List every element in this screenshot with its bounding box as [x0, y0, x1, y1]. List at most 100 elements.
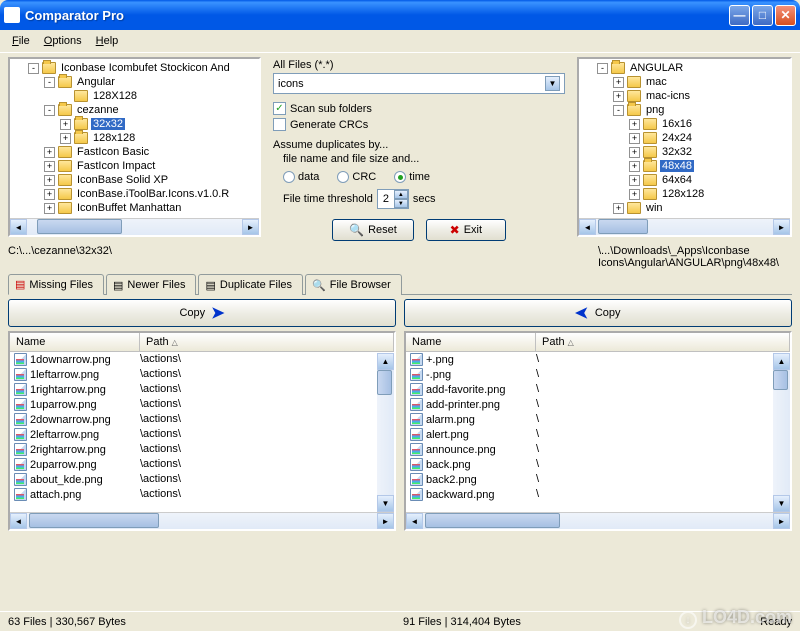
tree-item[interactable]: -png	[581, 103, 788, 117]
scroll-up-icon[interactable]: ▲	[773, 353, 790, 370]
vscrollbar[interactable]: ▲ ▼	[377, 353, 394, 512]
expand-icon[interactable]: +	[613, 77, 624, 88]
reset-button[interactable]: 🔍Reset	[332, 219, 414, 241]
scroll-thumb[interactable]	[773, 370, 788, 390]
scroll-thumb[interactable]	[29, 513, 159, 528]
expand-icon[interactable]: +	[629, 133, 640, 144]
chevron-down-icon[interactable]: ▼	[545, 76, 560, 91]
collapse-icon[interactable]: -	[613, 105, 624, 116]
scroll-down-icon[interactable]: ▼	[377, 495, 394, 512]
tree-item[interactable]: +64x64	[581, 173, 788, 187]
collapse-icon[interactable]: -	[597, 63, 608, 74]
tree-item[interactable]: +24x24	[581, 131, 788, 145]
list-item[interactable]: add-favorite.png\	[406, 382, 790, 397]
list-item[interactable]: back2.png\	[406, 472, 790, 487]
list-item[interactable]: 2uparrow.png\actions\	[10, 457, 394, 472]
collapse-icon[interactable]: -	[44, 105, 55, 116]
list-item[interactable]: 1uparrow.png\actions\	[10, 397, 394, 412]
left-list-panel[interactable]: Name Path△ 1downarrow.png\actions\1lefta…	[8, 331, 396, 531]
scroll-thumb[interactable]	[377, 370, 392, 395]
list-item[interactable]: backward.png\	[406, 487, 790, 502]
radio-crc[interactable]: CRC	[337, 171, 376, 183]
tree-item[interactable]: +win	[581, 201, 788, 215]
hscrollbar[interactable]: ◄ ►	[406, 512, 790, 529]
threshold-spinner[interactable]: 2 ▲ ▼	[377, 189, 409, 209]
list-item[interactable]: +.png\	[406, 352, 790, 367]
expand-icon[interactable]: +	[629, 175, 640, 186]
tree-item[interactable]: +32x32	[12, 117, 257, 131]
scroll-left-icon[interactable]: ◄	[579, 219, 596, 235]
column-name[interactable]: Name	[406, 333, 536, 351]
list-item[interactable]: 2leftarrow.png\actions\	[10, 427, 394, 442]
list-item[interactable]: -.png\	[406, 367, 790, 382]
expand-icon[interactable]: +	[44, 175, 55, 186]
tree-item[interactable]: +FastIcon Impact	[12, 159, 257, 173]
tree-item[interactable]: -cezanne	[12, 103, 257, 117]
menu-file[interactable]: File	[6, 33, 36, 49]
tree-item[interactable]: +IconBase Solid XP	[12, 173, 257, 187]
radio-time[interactable]: time	[394, 171, 430, 183]
tab-newer-files[interactable]: ▤Newer Files	[106, 274, 196, 295]
expand-icon[interactable]: +	[629, 147, 640, 158]
expand-icon[interactable]: +	[44, 203, 55, 214]
scan-subfolders-checkbox[interactable]: ✓ Scan sub folders	[273, 102, 565, 115]
list-item[interactable]: alarm.png\	[406, 412, 790, 427]
expand-icon[interactable]: +	[60, 133, 71, 144]
tree-item[interactable]: -Iconbase Icombufet Stockicon And	[12, 61, 257, 75]
tree-item[interactable]: +16x16	[581, 117, 788, 131]
list-item[interactable]: 1downarrow.png\actions\	[10, 352, 394, 367]
exit-button[interactable]: ✖Exit	[426, 219, 506, 241]
tree-item[interactable]: +IconBase.iToolBar.Icons.v1.0.R	[12, 187, 257, 201]
spinner-down-icon[interactable]: ▼	[394, 199, 408, 208]
close-button[interactable]: ✕	[775, 5, 796, 26]
scroll-thumb[interactable]	[598, 219, 648, 234]
menu-options[interactable]: Options	[38, 33, 88, 49]
scroll-left-icon[interactable]: ◄	[10, 219, 27, 235]
list-item[interactable]: 2rightarrow.png\actions\	[10, 442, 394, 457]
scroll-thumb[interactable]	[425, 513, 560, 528]
scroll-right-icon[interactable]: ►	[773, 219, 790, 235]
column-name[interactable]: Name	[10, 333, 140, 351]
hscrollbar[interactable]: ◄ ►	[10, 218, 259, 235]
list-item[interactable]: back.png\	[406, 457, 790, 472]
tree-item[interactable]: +48x48	[581, 159, 788, 173]
menu-help[interactable]: Help	[90, 33, 125, 49]
list-item[interactable]: 1rightarrow.png\actions\	[10, 382, 394, 397]
list-item[interactable]: add-printer.png\	[406, 397, 790, 412]
list-item[interactable]: 2downarrow.png\actions\	[10, 412, 394, 427]
tab-duplicate-files[interactable]: ▤Duplicate Files	[198, 274, 303, 295]
scroll-left-icon[interactable]: ◄	[406, 513, 423, 529]
tab-missing-files[interactable]: ▤Missing Files	[8, 274, 104, 295]
tree-item[interactable]: -Angular	[12, 75, 257, 89]
expand-icon[interactable]: +	[44, 147, 55, 158]
scroll-right-icon[interactable]: ►	[773, 513, 790, 529]
scroll-thumb[interactable]	[37, 219, 122, 234]
radio-data[interactable]: data	[283, 171, 319, 183]
left-tree-panel[interactable]: -Iconbase Icombufet Stockicon And-Angula…	[8, 57, 261, 237]
right-tree-panel[interactable]: -ANGULAR+mac+mac-icns-png+16x16+24x24+32…	[577, 57, 792, 237]
generate-crcs-checkbox[interactable]: Generate CRCs	[273, 118, 565, 131]
scroll-right-icon[interactable]: ►	[242, 219, 259, 235]
expand-icon[interactable]: +	[44, 161, 55, 172]
minimize-button[interactable]: —	[729, 5, 750, 26]
copy-left-button[interactable]: ➤Copy	[404, 299, 792, 327]
tree-item[interactable]: +mac	[581, 75, 788, 89]
list-item[interactable]: about_kde.png\actions\	[10, 472, 394, 487]
filter-select[interactable]: icons ▼	[273, 73, 565, 94]
right-list-panel[interactable]: Name Path△ +.png\-.png\add-favorite.png\…	[404, 331, 792, 531]
list-item[interactable]: attach.png\actions\	[10, 487, 394, 502]
scroll-right-icon[interactable]: ►	[377, 513, 394, 529]
scroll-down-icon[interactable]: ▼	[773, 495, 790, 512]
expand-icon[interactable]: +	[629, 161, 640, 172]
hscrollbar[interactable]: ◄ ►	[579, 218, 790, 235]
hscrollbar[interactable]: ◄ ►	[10, 512, 394, 529]
expand-icon[interactable]: +	[60, 119, 71, 130]
tree-item[interactable]: +FastIcon Basic	[12, 145, 257, 159]
collapse-icon[interactable]: -	[28, 63, 39, 74]
tree-item[interactable]: +32x32	[581, 145, 788, 159]
list-item[interactable]: alert.png\	[406, 427, 790, 442]
spinner-up-icon[interactable]: ▲	[394, 190, 408, 199]
collapse-icon[interactable]: -	[44, 77, 55, 88]
tree-item[interactable]: +128x128	[581, 187, 788, 201]
tree-item[interactable]: +IconBuffet Manhattan	[12, 201, 257, 215]
